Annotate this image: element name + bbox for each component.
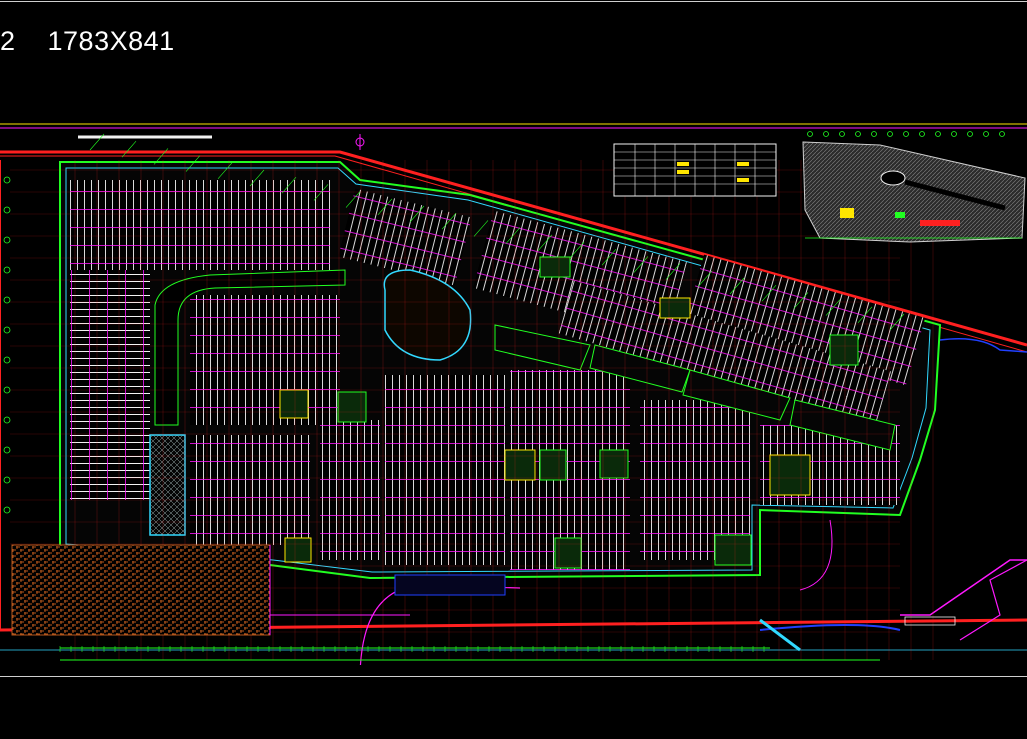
axis-bubble [823,131,829,137]
axis-bubble [3,506,11,514]
north-arrow-icon [355,134,365,150]
key-plan [802,141,1026,243]
axis-bubble [999,131,1005,137]
axis-bubble [3,386,11,394]
axis-bubble [807,131,813,137]
cad-drawing-canvas[interactable]: 2 1783X841 [0,0,1027,739]
axis-bubble [855,131,861,137]
axis-bubble [3,326,11,334]
floor-plan-drawing[interactable] [0,120,1027,665]
frame-bottom-line [0,676,1027,677]
axis-bubble [3,476,11,484]
axis-bubble [871,131,877,137]
axis-bubble [919,131,925,137]
axis-bubble [887,131,893,137]
axis-bubble [3,446,11,454]
axis-bubble [3,266,11,274]
axis-bubble [3,206,11,214]
axis-bubble [3,296,11,304]
axis-bubble [903,131,909,137]
sheet-size-label: 2 1783X841 [0,26,175,56]
paved-plaza [11,544,271,636]
axis-bubble [3,416,11,424]
legend-table [613,143,777,197]
axis-bubble [935,131,941,137]
axis-bubble [3,356,11,364]
axis-bubble [967,131,973,137]
axis-bubble [951,131,957,137]
axis-bubble [983,131,989,137]
axis-bubble [839,131,845,137]
axis-bubble [3,176,11,184]
axis-bubble [3,236,11,244]
frame-top-line [0,1,1027,2]
